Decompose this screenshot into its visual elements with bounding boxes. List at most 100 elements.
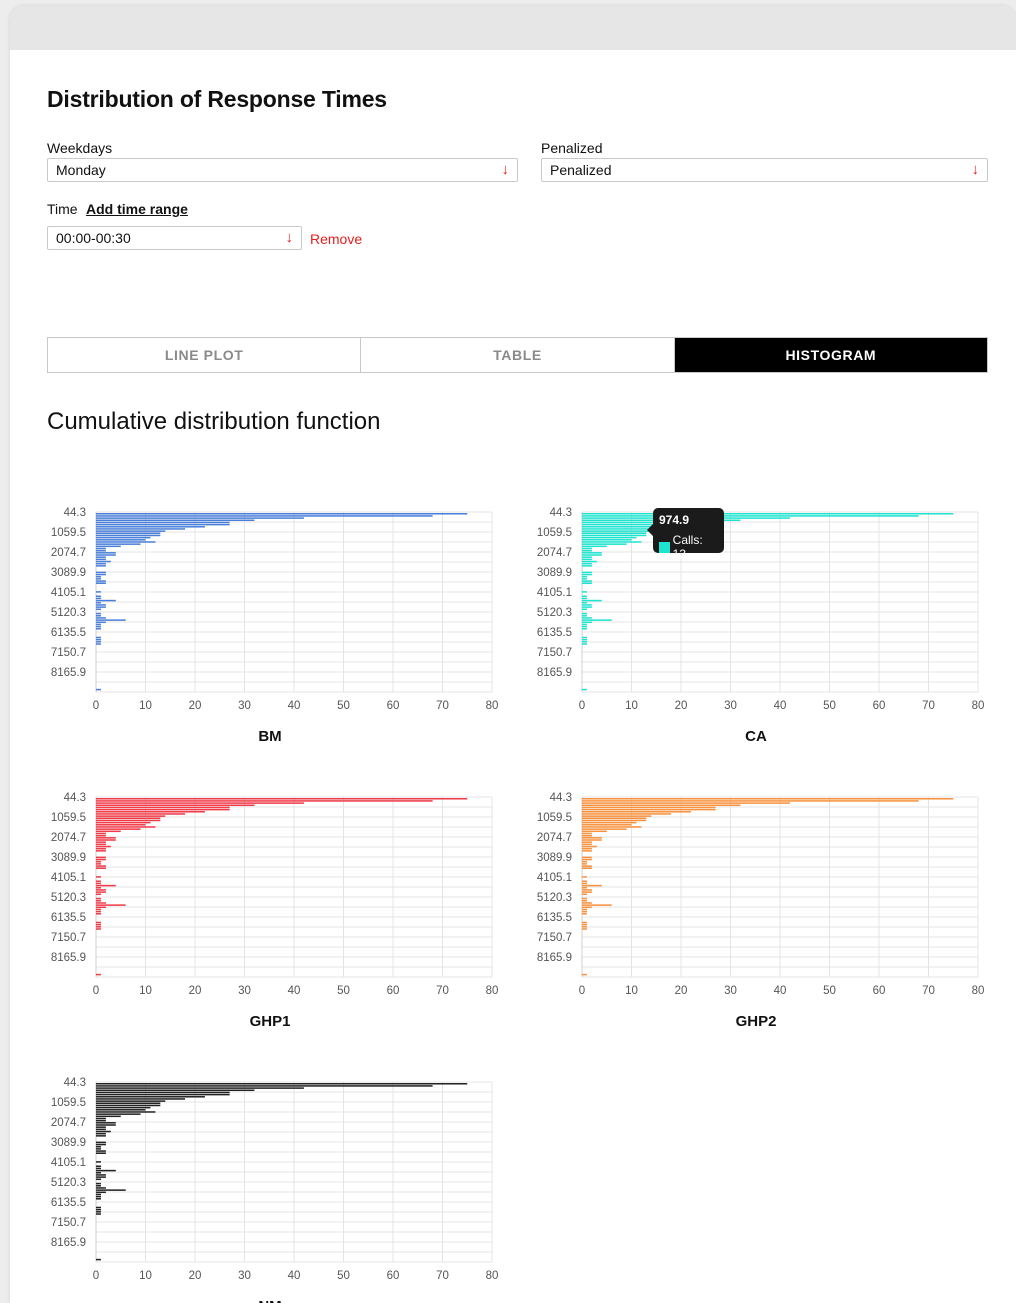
histogram-bar[interactable] [96, 582, 106, 584]
histogram-bar[interactable] [582, 826, 642, 828]
histogram-bar[interactable] [96, 1152, 106, 1154]
histogram-bar[interactable] [582, 619, 612, 621]
histogram-bar[interactable] [96, 638, 101, 641]
histogram-bar[interactable] [96, 1191, 106, 1194]
histogram-bar[interactable] [96, 1169, 116, 1172]
histogram-bar[interactable] [582, 628, 587, 630]
histogram-bar[interactable] [582, 887, 587, 889]
histogram-bar[interactable] [96, 528, 186, 530]
histogram-bar[interactable] [582, 893, 587, 896]
histogram-bar[interactable] [582, 841, 592, 843]
histogram-bar[interactable] [582, 623, 587, 626]
histogram-bar[interactable] [582, 847, 592, 850]
histogram-bar[interactable] [96, 908, 101, 911]
histogram-bar[interactable] [96, 889, 106, 891]
histogram-bar[interactable] [96, 541, 156, 543]
histogram-bar[interactable] [96, 841, 106, 843]
histogram-bar[interactable] [96, 1085, 433, 1087]
histogram-bar[interactable] [582, 547, 592, 550]
histogram-bar[interactable] [96, 811, 205, 813]
histogram-bar[interactable] [96, 621, 106, 624]
histogram-bar[interactable] [582, 599, 602, 602]
histogram-bar[interactable] [582, 882, 587, 885]
histogram-bar[interactable] [96, 973, 101, 976]
histogram-bar[interactable] [96, 519, 255, 522]
histogram-bar[interactable] [96, 860, 101, 863]
histogram-bar[interactable] [96, 623, 101, 626]
histogram-bar[interactable] [582, 606, 592, 608]
histogram-bar[interactable] [582, 602, 587, 604]
histogram-bar[interactable] [96, 913, 101, 915]
histogram-bar[interactable] [582, 808, 716, 811]
histogram-bar[interactable] [582, 617, 592, 619]
histogram-bar[interactable] [582, 608, 587, 611]
histogram-bar[interactable] [96, 523, 230, 526]
histogram-bar[interactable] [96, 1100, 166, 1102]
histogram-bar[interactable] [96, 863, 101, 865]
histogram-bar[interactable] [96, 813, 186, 815]
histogram-bar[interactable] [582, 556, 592, 558]
histogram-bar[interactable] [96, 819, 161, 822]
histogram-bar[interactable] [96, 1102, 161, 1105]
histogram-bar[interactable] [96, 560, 111, 563]
histogram-bar[interactable] [96, 1145, 101, 1148]
add-time-range-link[interactable]: Add time range [86, 201, 188, 217]
histogram-bar[interactable] [96, 526, 205, 528]
histogram-bar[interactable] [582, 821, 637, 824]
histogram-bar[interactable] [96, 902, 106, 904]
histogram-bar[interactable] [96, 830, 121, 833]
histogram-bar[interactable] [96, 1161, 101, 1163]
tab-line-plot[interactable]: LINE PLOT [48, 338, 362, 372]
histogram-bar[interactable] [96, 1126, 106, 1128]
histogram-bar[interactable] [582, 804, 741, 807]
histogram-bar[interactable] [582, 906, 592, 909]
histogram-bar[interactable] [582, 880, 587, 883]
histogram-bar[interactable] [582, 615, 587, 617]
histogram-bar[interactable] [582, 636, 587, 639]
histogram-bar[interactable] [96, 552, 116, 554]
tab-histogram[interactable]: HISTOGRAM [674, 338, 987, 372]
histogram-bar[interactable] [96, 625, 101, 628]
histogram-bar[interactable] [582, 580, 592, 582]
histogram-bar[interactable] [582, 641, 587, 643]
histogram-bar[interactable] [96, 606, 106, 608]
histogram-bar[interactable] [96, 865, 106, 867]
histogram-bar[interactable] [96, 900, 101, 902]
histogram-bar[interactable] [96, 571, 106, 574]
histogram-bar[interactable] [582, 900, 587, 902]
histogram-bar[interactable] [96, 545, 121, 548]
histogram-bar[interactable] [96, 828, 141, 830]
histogram-bar[interactable] [96, 906, 106, 909]
histogram-bar[interactable] [96, 1258, 101, 1261]
histogram-bar[interactable] [96, 1135, 106, 1137]
histogram-bar[interactable] [582, 558, 592, 561]
histogram-bar[interactable] [96, 806, 230, 809]
histogram-bar[interactable] [582, 839, 602, 841]
histogram-bar[interactable] [96, 1208, 101, 1211]
histogram-bar[interactable] [582, 543, 627, 545]
histogram-bar[interactable] [96, 928, 101, 930]
histogram-bar[interactable] [96, 619, 126, 621]
histogram-bar[interactable] [582, 858, 592, 861]
histogram-bar[interactable] [96, 628, 101, 630]
histogram-bar[interactable] [582, 865, 592, 867]
histogram-bar[interactable] [582, 850, 592, 852]
histogram-bar[interactable] [96, 1165, 101, 1168]
histogram-bar[interactable] [96, 834, 106, 837]
histogram-bar[interactable] [582, 876, 587, 878]
histogram-bar[interactable] [96, 1083, 468, 1085]
histogram-bar[interactable] [96, 876, 101, 878]
histogram-bar[interactable] [96, 904, 126, 906]
penalized-select[interactable]: Penalized ↓ [541, 158, 988, 182]
histogram-bar[interactable] [96, 1109, 146, 1111]
histogram-bar[interactable] [96, 858, 106, 861]
histogram-bar[interactable] [96, 815, 166, 817]
histogram-bar[interactable] [582, 800, 919, 802]
histogram-bar[interactable] [96, 821, 151, 824]
histogram-bar[interactable] [582, 621, 592, 624]
histogram-bar[interactable] [96, 923, 101, 926]
histogram-bar[interactable] [96, 1213, 101, 1215]
histogram-bar[interactable] [96, 1174, 106, 1176]
histogram-bar[interactable] [582, 832, 592, 835]
histogram-bar[interactable] [582, 549, 592, 552]
